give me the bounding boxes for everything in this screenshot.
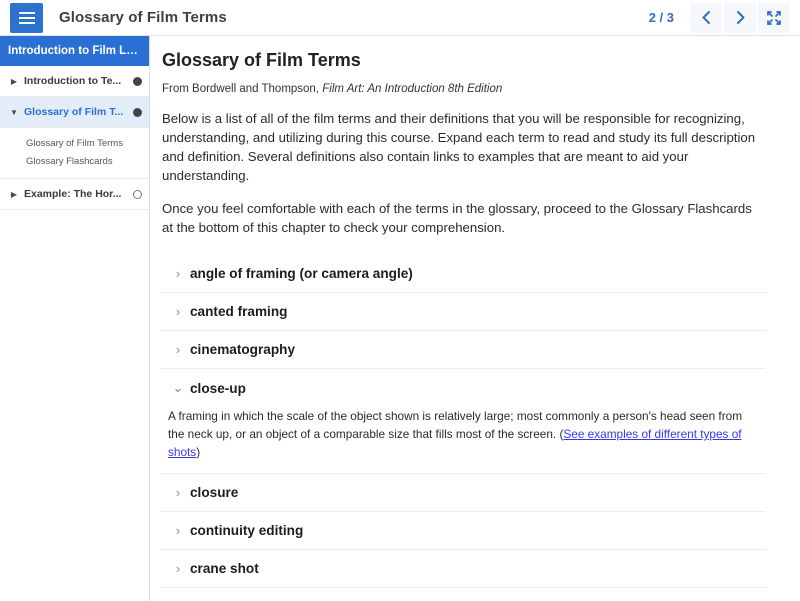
app-window: Glossary of Film Terms 2 / 3 Introductio…	[0, 0, 800, 601]
hamburger-bar	[18, 21, 35, 24]
term-definition-close-paren: )	[196, 445, 201, 459]
chevron-right-icon[interactable]	[724, 2, 756, 33]
sidebar-item-introduction[interactable]: ▶ Introduction to Te...	[0, 66, 149, 97]
chevron-right-icon: ›	[175, 485, 181, 500]
term-header-angle-of-framing[interactable]: › angle of framing (or camera angle)	[160, 255, 766, 292]
intro-paragraph-2: Once you feel comfortable with each of t…	[162, 201, 752, 235]
term-label: closure	[190, 485, 239, 500]
glossary-term: › crane shot	[160, 550, 766, 588]
chevron-right-icon: ›	[175, 266, 181, 281]
term-label: angle of framing (or camera angle)	[190, 266, 413, 281]
chevron-right-icon: ›	[175, 304, 181, 319]
term-header-cinematography[interactable]: › cinematography	[160, 331, 766, 368]
sidebar-subnav: Glossary of Film Terms Glossary Flashcar…	[0, 128, 149, 179]
sidebar-header-label: Introduction to Film Lan...	[8, 45, 141, 57]
glossary-term: › continuity editing	[160, 512, 766, 550]
sidebar-item-label: Introduction to Te...	[24, 75, 122, 87]
chevron-right-icon: ›	[175, 561, 181, 576]
term-label: canted framing	[190, 304, 288, 319]
glossary-term: › cinematography	[160, 331, 766, 369]
term-header-close-up[interactable]: ⌄ close-up	[160, 369, 766, 407]
sidebar-subitem-glossary-of-film-terms[interactable]: Glossary of Film Terms	[0, 134, 149, 152]
fullscreen-expand-icon[interactable]	[758, 2, 790, 33]
term-header-continuity-editing[interactable]: › continuity editing	[160, 512, 766, 549]
glossary-term: › angle of framing (or camera angle)	[160, 255, 766, 293]
intro-paragraph-1: Below is a list of all of the film terms…	[162, 111, 756, 183]
sidebar-subitem-glossary-flashcards[interactable]: Glossary Flashcards	[0, 152, 149, 170]
body-region: Introduction to Film Lan... ▶ Introducti…	[0, 36, 800, 601]
sidebar-header[interactable]: Introduction to Film Lan...	[0, 36, 149, 66]
chevron-right-icon[interactable]: ▶	[8, 190, 20, 199]
sidebar-item-glossary[interactable]: ▼ Glossary of Film T...	[0, 97, 149, 128]
term-definition: A framing in which the scale of the obje…	[160, 407, 766, 473]
chevron-right-icon: ›	[175, 342, 181, 357]
page-title: Glossary of Film Terms	[162, 50, 361, 70]
top-bar: Glossary of Film Terms 2 / 3	[0, 0, 800, 36]
sidebar-item-label: Example: The Hor...	[24, 188, 122, 200]
chevron-left-icon[interactable]	[690, 2, 722, 33]
term-label: continuity editing	[190, 523, 304, 538]
sidebar-item-example[interactable]: ▶ Example: The Hor...	[0, 179, 149, 210]
glossary-term: › crosscutting	[160, 588, 766, 601]
term-header-crosscutting[interactable]: › crosscutting	[160, 588, 766, 601]
main-content: Glossary of Film Terms From Bordwell and…	[150, 36, 800, 601]
attribution-prefix: From Bordwell and Thompson,	[162, 83, 323, 95]
page-title-topbar: Glossary of Film Terms	[59, 9, 227, 26]
term-label: close-up	[190, 380, 246, 396]
glossary-term: › canted framing	[160, 293, 766, 331]
attribution-line: From Bordwell and Thompson, Film Art: An…	[162, 83, 766, 95]
term-header-crane-shot[interactable]: › crane shot	[160, 550, 766, 587]
glossary-term-list: › angle of framing (or camera angle) › c…	[160, 255, 766, 601]
chevron-down-icon[interactable]: ▼	[8, 108, 20, 117]
attribution-book-title: Film Art: An Introduction 8th Edition	[322, 83, 503, 95]
status-dot-complete	[133, 76, 142, 86]
hamburger-bar	[18, 11, 35, 14]
chevron-down-icon: ⌄	[172, 380, 184, 395]
page-counter: 2 / 3	[648, 10, 674, 25]
status-dot-incomplete	[133, 189, 142, 199]
term-label: cinematography	[190, 342, 295, 357]
hamburger-icon[interactable]	[10, 2, 43, 33]
term-label: crane shot	[190, 561, 259, 576]
hamburger-bar	[18, 16, 35, 19]
chevron-right-icon[interactable]: ▶	[8, 77, 20, 86]
glossary-term: › closure	[160, 474, 766, 512]
sidebar-item-label: Glossary of Film T...	[24, 106, 124, 118]
chevron-right-icon: ›	[175, 523, 181, 538]
status-dot-complete	[133, 107, 142, 117]
pager-controls: 2 / 3	[648, 2, 800, 33]
glossary-term-expanded: ⌄ close-up A framing in which the scale …	[160, 369, 766, 474]
sidebar: Introduction to Film Lan... ▶ Introducti…	[0, 36, 150, 601]
term-header-closure[interactable]: › closure	[160, 474, 766, 511]
term-header-canted-framing[interactable]: › canted framing	[160, 293, 766, 330]
